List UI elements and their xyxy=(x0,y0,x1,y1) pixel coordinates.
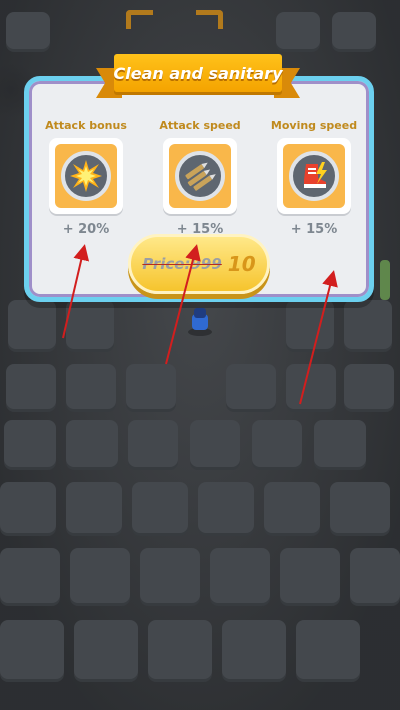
annotation-arrow-1 xyxy=(62,244,90,339)
annotation-arrow-3 xyxy=(299,270,338,405)
annotation-arrow-2 xyxy=(165,244,201,365)
annotation-arrows xyxy=(62,244,338,405)
